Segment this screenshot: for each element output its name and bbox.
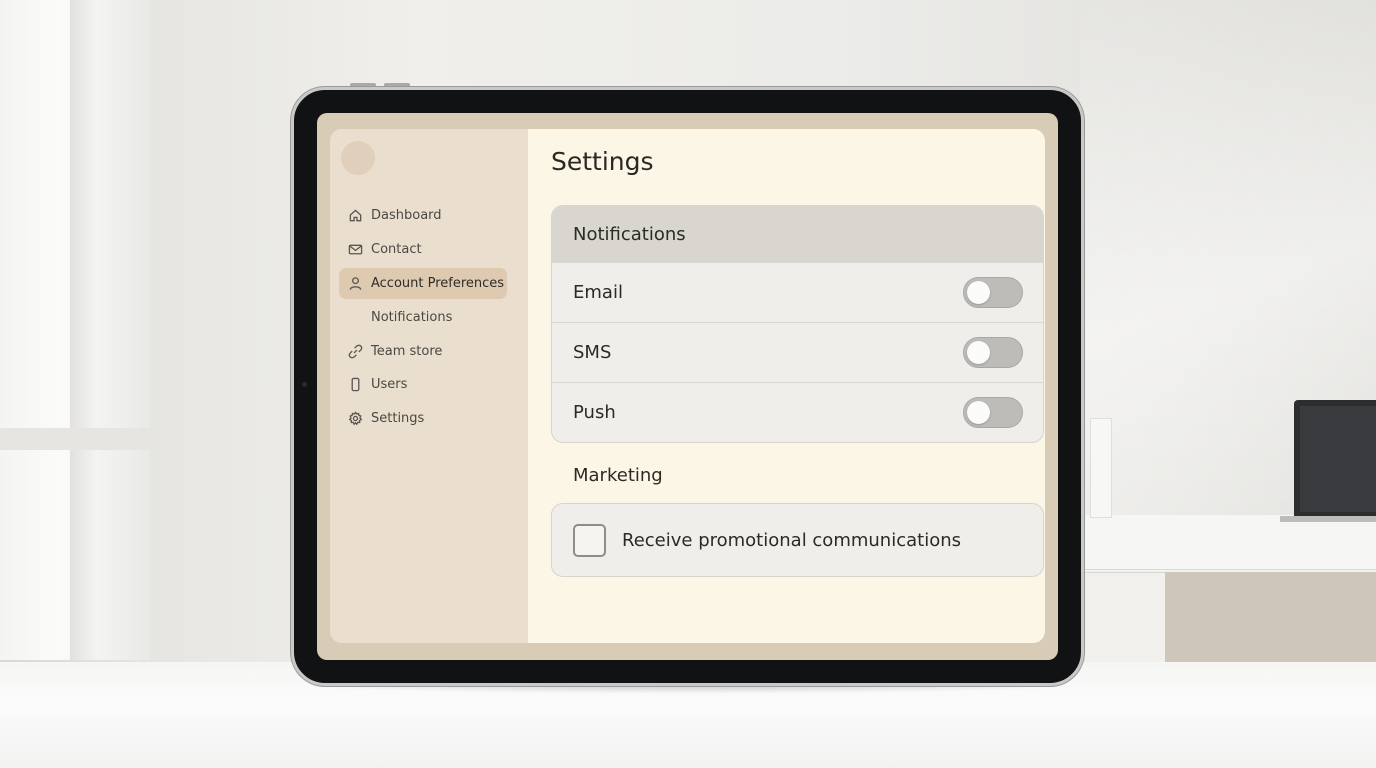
- sidebar-item-label: Dashboard: [371, 208, 442, 223]
- sidebar-item-account-preferences[interactable]: Account Preferences: [339, 268, 507, 299]
- email-toggle-row: Email: [552, 262, 1043, 322]
- notifications-header: Notifications: [552, 206, 1043, 262]
- window-bar: [0, 428, 150, 450]
- avatar[interactable]: [341, 141, 375, 175]
- toggle-knob: [967, 401, 990, 424]
- tablet-camera: [302, 382, 307, 387]
- main-content: Settings Notifications Email SMS Push Ma…: [528, 129, 1045, 643]
- home-icon: [347, 208, 363, 224]
- notifications-card: Notifications Email SMS Push: [551, 205, 1044, 443]
- sidebar-item-label: Notifications: [371, 310, 453, 325]
- window-frame: [70, 0, 96, 660]
- email-toggle[interactable]: [963, 277, 1023, 308]
- sidebar-item-settings[interactable]: Settings: [339, 403, 507, 434]
- sidebar-item-label: Account Preferences: [371, 276, 505, 291]
- sidebar-item-team-store[interactable]: Team store: [339, 336, 507, 367]
- background-laptop-screen: [1300, 406, 1376, 512]
- promotional-checkbox[interactable]: [573, 523, 606, 557]
- toggle-knob: [967, 281, 990, 304]
- shelf-top: [1085, 515, 1376, 570]
- push-toggle-row: Push: [552, 382, 1043, 442]
- toggle-knob: [967, 341, 990, 364]
- phone-icon: [347, 377, 363, 393]
- shelf-cabinet: [1165, 572, 1376, 667]
- marketing-section-title: Marketing: [573, 465, 663, 486]
- push-toggle[interactable]: [963, 397, 1023, 428]
- sms-toggle-row: SMS: [552, 322, 1043, 382]
- sidebar-item-users[interactable]: Users: [339, 369, 507, 400]
- user-icon: [347, 276, 363, 292]
- sms-toggle[interactable]: [963, 337, 1023, 368]
- sidebar-item-label: Users: [371, 377, 408, 392]
- sidebar-item-label: Team store: [371, 344, 443, 359]
- settings-app: Dashboard Contact Account Preferences No…: [330, 129, 1045, 643]
- background-laptop-base: [1280, 516, 1376, 522]
- mail-icon: [347, 242, 363, 258]
- sidebar-item-contact[interactable]: Contact: [339, 234, 507, 265]
- promotional-checkbox-label[interactable]: Receive promotional communications: [622, 530, 961, 551]
- toggle-label: SMS: [573, 342, 612, 363]
- sidebar-item-label: Contact: [371, 242, 422, 257]
- toggle-label: Email: [573, 282, 623, 303]
- sidebar-item-dashboard[interactable]: Dashboard: [339, 200, 507, 231]
- link-icon: [347, 344, 363, 360]
- gear-icon: [347, 411, 363, 427]
- book: [1090, 418, 1112, 518]
- page-title: Settings: [551, 147, 654, 176]
- sidebar-item-notifications[interactable]: Notifications: [339, 302, 507, 333]
- marketing-card: Receive promotional communications: [551, 503, 1044, 577]
- shelf-drawer: [1085, 572, 1165, 667]
- toggle-label: Push: [573, 402, 616, 423]
- tablet-screen: Dashboard Contact Account Preferences No…: [317, 113, 1058, 660]
- sidebar: Dashboard Contact Account Preferences No…: [330, 129, 528, 643]
- sidebar-item-label: Settings: [371, 411, 425, 426]
